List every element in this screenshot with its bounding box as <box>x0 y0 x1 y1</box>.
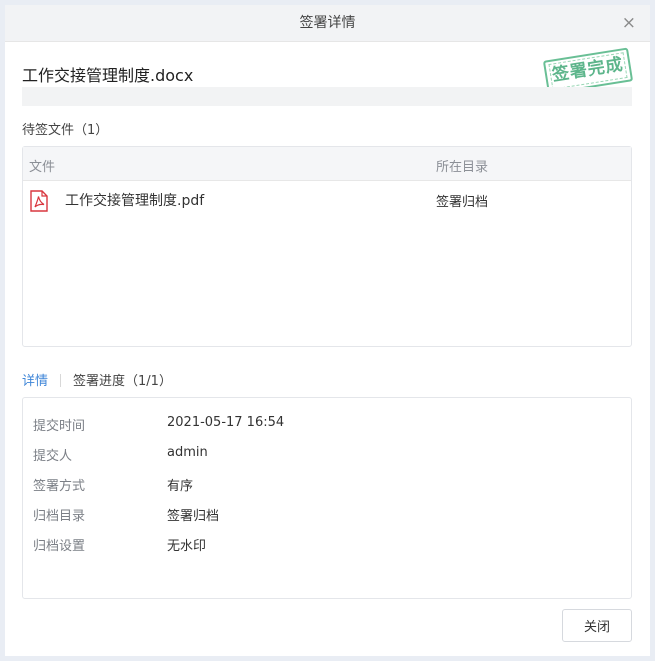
table-row[interactable]: 工作交接管理制度.pdf 签署归档 <box>23 181 631 221</box>
detail-value: 2021-05-17 16:54 <box>167 415 285 430</box>
close-button[interactable]: 关闭 <box>562 609 632 642</box>
pending-files-label: 待签文件（1） <box>22 123 109 138</box>
detail-row-submitter: 提交人 admin <box>23 445 631 465</box>
detail-panel: 提交时间 2021-05-17 16:54 提交人 admin 签署方式 有序 … <box>22 397 632 599</box>
detail-value: admin <box>167 445 208 460</box>
detail-key: 归档设置 <box>33 539 86 554</box>
detail-key: 提交人 <box>33 449 73 464</box>
detail-value: 无水印 <box>167 539 207 554</box>
pdf-icon <box>30 190 48 212</box>
detail-key: 签署方式 <box>33 479 86 494</box>
detail-tabs: 详情 签署进度（1/1） <box>22 370 172 389</box>
detail-row-archive-settings: 归档设置 无水印 <box>23 535 631 555</box>
column-header-directory: 所在目录 <box>436 160 489 175</box>
dialog-title: 签署详情 <box>299 15 356 31</box>
detail-row-sign-mode: 签署方式 有序 <box>23 475 631 495</box>
sign-detail-dialog: 签署详情 × 工作交接管理制度.docx 签署完成 待签文件（1） 文件 所在目… <box>5 5 650 656</box>
detail-value: 有序 <box>167 479 194 494</box>
tab-sign-progress[interactable]: 签署进度（1/1） <box>73 370 172 389</box>
tab-detail[interactable]: 详情 <box>22 370 48 389</box>
document-name: 工作交接管理制度.docx <box>22 66 194 85</box>
column-header-file: 文件 <box>29 160 56 175</box>
file-directory: 签署归档 <box>436 195 489 210</box>
detail-value: 签署归档 <box>167 509 220 524</box>
dialog-titlebar: 签署详情 × <box>5 5 650 42</box>
detail-key: 提交时间 <box>33 419 86 434</box>
detail-row-submit-time: 提交时间 2021-05-17 16:54 <box>23 415 631 435</box>
detail-key: 归档目录 <box>33 509 86 524</box>
document-info-bar <box>22 87 632 106</box>
file-name[interactable]: 工作交接管理制度.pdf <box>65 190 204 210</box>
tab-divider <box>60 374 62 387</box>
close-icon[interactable]: × <box>622 5 636 42</box>
pending-files-table: 文件 所在目录 工作交接管理制度.pdf 签署归档 <box>22 146 632 347</box>
detail-row-archive-directory: 归档目录 签署归档 <box>23 505 631 525</box>
table-header: 文件 所在目录 <box>23 147 631 181</box>
